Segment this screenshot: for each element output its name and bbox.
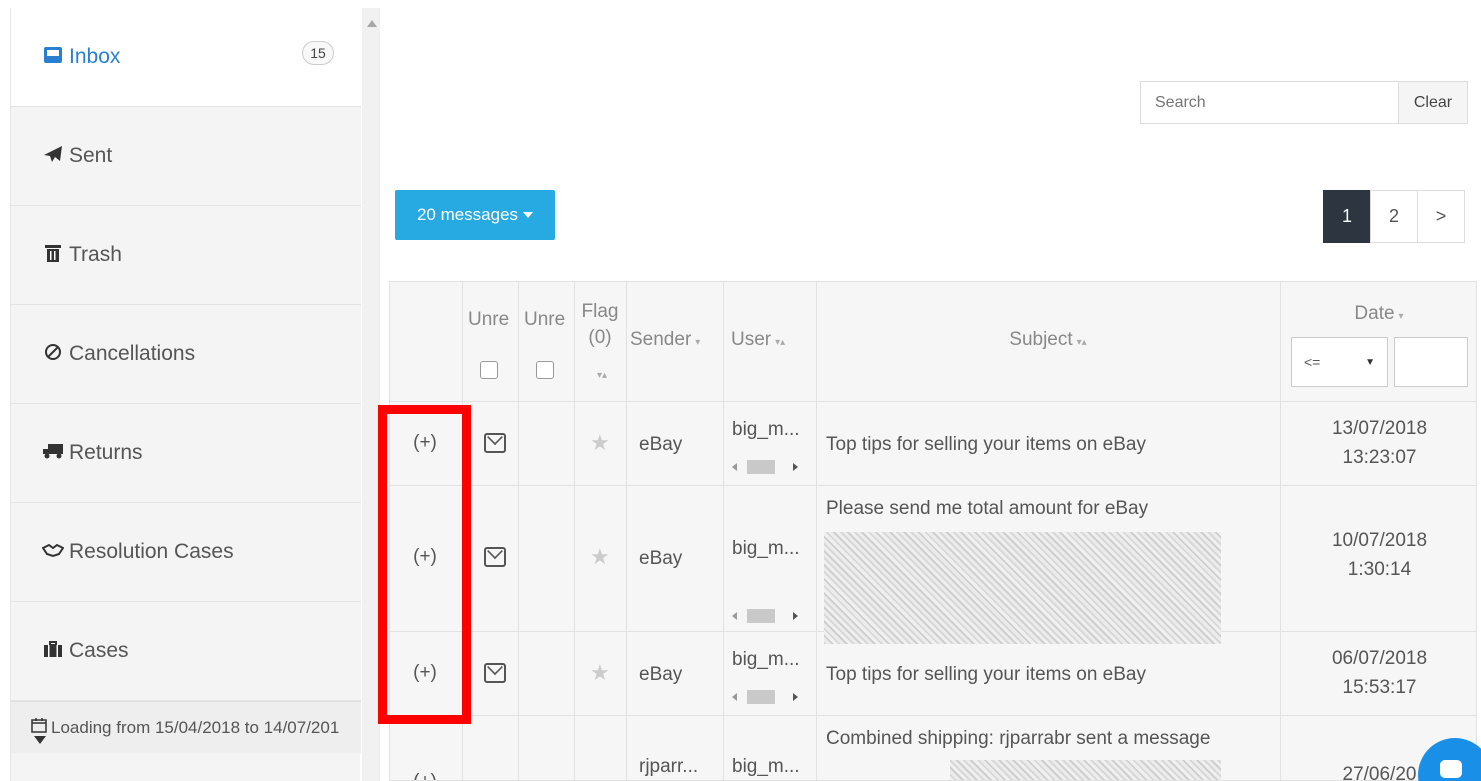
- sidebar-item-cancellations[interactable]: Cancellations: [11, 305, 361, 404]
- inbox-count-badge: 15: [302, 41, 334, 65]
- flag-count: (0): [588, 327, 612, 348]
- sort-icon[interactable]: ▾▴: [576, 362, 624, 384]
- sort-down-icon: ▾: [695, 337, 701, 348]
- envelope-open-icon[interactable]: [484, 433, 506, 453]
- expand-row-button[interactable]: (+): [390, 771, 460, 780]
- page-1-button[interactable]: 1: [1323, 190, 1371, 243]
- loading-text: Loading from 15/04/2018 to 14/07/201: [51, 717, 340, 737]
- sidebar-item-sent[interactable]: Sent: [11, 107, 361, 206]
- sidebar-item-label: Returns: [69, 441, 143, 464]
- redacted-content: [950, 760, 1221, 780]
- star-icon[interactable]: ★: [590, 544, 610, 570]
- sender-cell: eBay: [639, 664, 683, 685]
- sort-down-icon: ▾: [1398, 311, 1404, 322]
- page: Inbox 15 Sent Trash Cancellations Return…: [0, 0, 1481, 781]
- unread-header-2[interactable]: Unre: [524, 309, 565, 331]
- sidebar: Inbox 15 Sent Trash Cancellations Return…: [0, 0, 383, 781]
- pagination: 1 2 >: [1323, 190, 1465, 243]
- sender-cell: eBay: [639, 548, 683, 569]
- sidebar-item-label: Sent: [69, 144, 113, 167]
- star-icon[interactable]: ★: [590, 660, 610, 686]
- messages-dropdown-label: 20 messages: [416, 205, 519, 224]
- date-header[interactable]: Date ▾: [1280, 303, 1476, 325]
- date-operator-select[interactable]: <= ▼: [1291, 337, 1388, 387]
- highlight-box: [378, 405, 471, 724]
- user-header[interactable]: User ▾▴: [731, 329, 785, 351]
- sender-header[interactable]: Sender ▾: [630, 329, 700, 351]
- date-cell: 06/07/2018 15:53:17: [1331, 648, 1428, 698]
- date-filter-input[interactable]: [1394, 337, 1468, 387]
- sidebar-item-label: Cancellations: [69, 342, 196, 365]
- user-cell: big_m...: [732, 756, 800, 777]
- sidebar-item-label: Inbox: [69, 45, 121, 68]
- user-cell-scrollbar[interactable]: [728, 459, 806, 475]
- page-2-button[interactable]: 2: [1370, 190, 1418, 243]
- sidebar-item-label: Cases: [69, 639, 129, 662]
- table-row[interactable]: (+) rjparr... big_m... Combined shipping…: [390, 716, 1476, 780]
- unread-filter-checkbox[interactable]: [480, 361, 498, 379]
- user-cell: big_m...: [732, 538, 800, 559]
- ban-icon: [41, 343, 65, 366]
- date-cell: 10/07/2018 1:30:14: [1331, 530, 1428, 580]
- table-header: Unre Unre Flag (0) ▾▴ Sender ▾ User ▾▴ Sub…: [390, 282, 1476, 402]
- subject-cell[interactable]: Top tips for selling your items on eBay: [826, 664, 1146, 686]
- calendar-icon: [31, 717, 47, 738]
- clear-button[interactable]: Clear: [1398, 81, 1468, 124]
- sort-icon: ▾▴: [775, 337, 786, 348]
- table-row[interactable]: (+) ★ eBay big_m... Top tips for selling…: [390, 402, 1476, 486]
- table-row[interactable]: (+) ★ eBay big_m... Please send me total…: [390, 486, 1476, 644]
- envelope-open-icon[interactable]: [484, 547, 506, 567]
- flag-header[interactable]: Flag: [576, 301, 624, 323]
- user-cell-scrollbar[interactable]: [728, 689, 806, 705]
- sidebar-item-inbox[interactable]: Inbox 15: [11, 8, 361, 107]
- user-cell: big_m...: [732, 649, 800, 670]
- unread-header[interactable]: Unre: [468, 309, 509, 331]
- sidebar-menu: Inbox 15 Sent Trash Cancellations Return…: [10, 8, 361, 781]
- sidebar-item-label: Trash: [69, 243, 122, 266]
- envelope-open-icon[interactable]: [484, 663, 506, 683]
- redacted-content: [824, 532, 1221, 644]
- date-cell: 13/07/2018 13:23:07: [1331, 418, 1428, 468]
- user-cell: big_m...: [732, 419, 800, 440]
- scroll-up-icon[interactable]: [367, 20, 377, 27]
- sidebar-item-trash[interactable]: Trash: [11, 206, 361, 305]
- sidebar-item-returns[interactable]: Returns: [11, 404, 361, 503]
- subject-cell[interactable]: Please send me total amount for eBay: [826, 498, 1148, 520]
- next-page-button[interactable]: >: [1417, 190, 1465, 243]
- sender-cell: rjparr...: [639, 756, 699, 777]
- sidebar-item-resolution-cases[interactable]: Resolution Cases: [11, 503, 361, 602]
- search-input[interactable]: [1140, 81, 1399, 124]
- caret-down-icon[interactable]: [34, 736, 46, 744]
- sender-cell: eBay: [639, 434, 683, 455]
- truck-icon: [41, 443, 65, 464]
- messages-per-page-dropdown[interactable]: 20 messages: [395, 190, 555, 240]
- messages-table: Unre Unre Flag (0) ▾▴ Sender ▾ User ▾▴ Sub…: [389, 281, 1477, 781]
- inbox-icon: [41, 46, 65, 69]
- star-icon[interactable]: ★: [590, 430, 610, 456]
- subject-cell[interactable]: Top tips for selling your items on eBay: [826, 434, 1146, 456]
- sidebar-item-cases[interactable]: Cases: [11, 602, 361, 701]
- sidebar-item-label: Resolution Cases: [69, 540, 234, 563]
- subject-cell[interactable]: Combined shipping: rjparrabr sent a mess…: [826, 728, 1210, 750]
- unread-filter-checkbox-2[interactable]: [536, 361, 554, 379]
- paper-plane-icon: [41, 145, 65, 168]
- subject-header[interactable]: Subject ▾▴: [816, 329, 1280, 351]
- handshake-icon: [41, 542, 65, 563]
- caret-down-icon: [523, 212, 534, 218]
- table-row[interactable]: (+) ★ eBay big_m... Top tips for selling…: [390, 632, 1476, 716]
- loading-range: Loading from 15/04/2018 to 14/07/201: [11, 701, 361, 753]
- trash-icon: [41, 243, 65, 268]
- briefcase-icon: [41, 640, 65, 663]
- sort-icon: ▾▴: [1076, 337, 1087, 348]
- user-cell-scrollbar[interactable]: [728, 608, 806, 624]
